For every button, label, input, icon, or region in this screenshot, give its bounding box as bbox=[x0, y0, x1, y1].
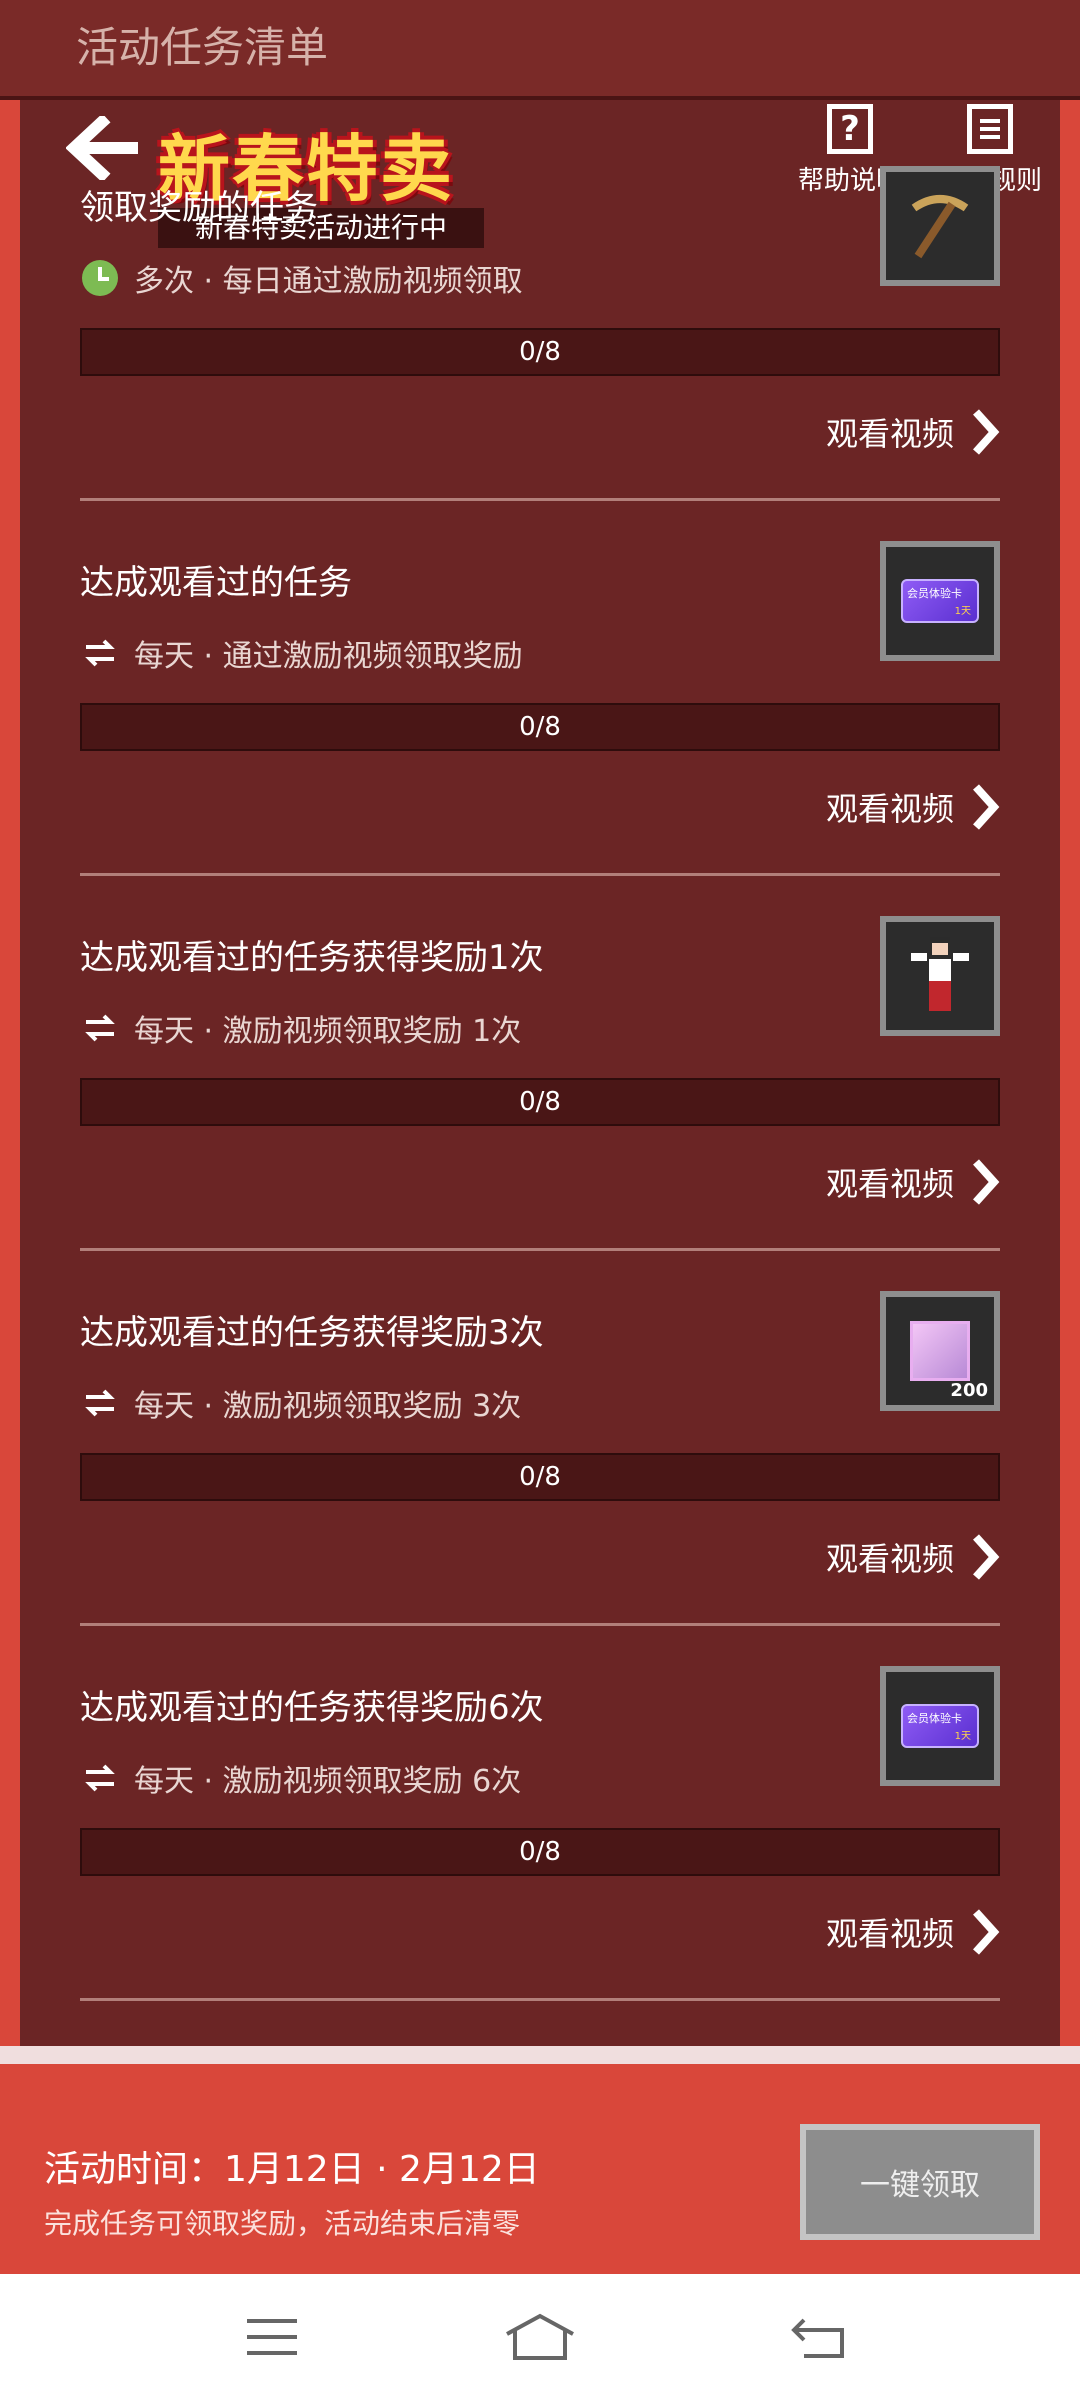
watch-video-label: 观看视频 bbox=[825, 1915, 954, 1953]
divider bbox=[80, 1623, 1000, 1626]
progress-bar: 0/8 bbox=[80, 1078, 1000, 1126]
progress-text: 0/8 bbox=[519, 337, 561, 367]
progress-text: 0/8 bbox=[519, 1462, 561, 1492]
watch-video-link[interactable]: 观看视频 bbox=[826, 1908, 1000, 1956]
frame-left bbox=[0, 0, 20, 2060]
task-meta: 每天 · 激励视频领取奖励 3次 bbox=[80, 1381, 521, 1425]
chevron-right-icon bbox=[973, 1909, 1000, 1955]
chevron-right-icon bbox=[973, 784, 1000, 830]
task-meta: 每天 · 激励视频领取奖励 6次 bbox=[80, 1756, 521, 1800]
task-item: 达成观看过的任务获得奖励1次 每天 · 激励视频领取奖励 1次 0/8 观看视频 bbox=[80, 916, 1000, 1305]
task-meta-text: 每天 · 激励视频领取奖励 3次 bbox=[134, 1389, 522, 1424]
divider bbox=[80, 498, 1000, 501]
reward-thumbnail: 200 bbox=[880, 1291, 1000, 1411]
task-meta-text: 每天 · 通过激励视频领取奖励 bbox=[134, 639, 523, 674]
home-icon bbox=[506, 2313, 574, 2360]
system-nav-bar bbox=[0, 2274, 1080, 2400]
task-meta-text: 每天 · 激励视频领取奖励 1次 bbox=[134, 1014, 522, 1049]
divider bbox=[80, 1998, 1000, 2001]
watch-video-link[interactable]: 观看视频 bbox=[826, 408, 1000, 456]
back-icon bbox=[791, 2318, 844, 2358]
task-meta-text: 多次 · 每日通过激励视频领取 bbox=[134, 264, 523, 299]
back-button[interactable] bbox=[62, 112, 146, 184]
bottom-bar: 活动时间：1月12日 · 2月12日 完成任务可领取奖励，活动结束后清零 一键领… bbox=[0, 2046, 1080, 2274]
watch-video-label: 观看视频 bbox=[825, 415, 954, 453]
reward-thumbnail: 会员体验卡 1天 bbox=[880, 541, 1000, 661]
task-title: 达成观看过的任务获得奖励3次 bbox=[80, 1313, 544, 1353]
pickaxe-icon bbox=[911, 195, 969, 259]
claim-all-button[interactable]: 一键领取 bbox=[800, 2124, 1040, 2240]
progress-bar: 0/8 bbox=[80, 1453, 1000, 1501]
back-nav-button[interactable] bbox=[780, 2304, 860, 2370]
task-meta: 每天 · 激励视频领取奖励 1次 bbox=[80, 1006, 521, 1050]
frame-right bbox=[1060, 0, 1080, 2060]
vip-card-icon: 会员体验卡 1天 bbox=[901, 1704, 979, 1748]
watch-video-link[interactable]: 观看视频 bbox=[826, 1158, 1000, 1206]
vip-card-icon: 会员体验卡 1天 bbox=[901, 579, 979, 623]
document-icon bbox=[967, 104, 1013, 154]
top-banner: 活动任务清单 bbox=[0, 0, 1080, 100]
reward-thumbnail bbox=[880, 916, 1000, 1036]
task-item: 达成观看过的任务获得奖励3次 每天 · 激励视频领取奖励 3次 200 0/8 … bbox=[80, 1291, 1000, 1680]
progress-bar: 0/8 bbox=[80, 703, 1000, 751]
event-time: 活动时间：1月12日 · 2月12日 bbox=[44, 2149, 540, 2190]
divider bbox=[80, 873, 1000, 876]
task-meta: 每天 · 通过激励视频领取奖励 bbox=[80, 631, 523, 675]
chevron-right-icon bbox=[973, 1534, 1000, 1580]
arrow-left-icon bbox=[66, 116, 138, 180]
question-icon: ? bbox=[827, 104, 873, 154]
divider bbox=[80, 1248, 1000, 1251]
task-title: 达成观看过的任务 bbox=[80, 563, 352, 603]
watch-video-link[interactable]: 观看视频 bbox=[826, 1533, 1000, 1581]
pink-cube-icon bbox=[910, 1321, 970, 1381]
progress-text: 0/8 bbox=[519, 1837, 561, 1867]
progress-text: 0/8 bbox=[519, 712, 561, 742]
task-meta-text: 每天 · 激励视频领取奖励 6次 bbox=[134, 1764, 522, 1799]
top-banner-title: 活动任务清单 bbox=[76, 23, 329, 72]
chevron-right-icon bbox=[973, 1159, 1000, 1205]
repeat-icon bbox=[80, 633, 120, 673]
watch-video-label: 观看视频 bbox=[825, 1540, 954, 1578]
watch-video-label: 观看视频 bbox=[825, 1165, 954, 1203]
menu-button[interactable] bbox=[232, 2304, 312, 2370]
bottom-bar-edge bbox=[0, 2046, 1080, 2064]
task-title: 达成观看过的任务获得奖励6次 bbox=[80, 1688, 544, 1728]
menu-icon bbox=[247, 2319, 297, 2355]
task-meta: 多次 · 每日通过激励视频领取 bbox=[80, 256, 523, 300]
task-item: 领取奖励的任务 多次 · 每日通过激励视频领取 0/8 观看视频 bbox=[80, 166, 1000, 555]
chevron-right-icon bbox=[973, 409, 1000, 455]
task-title: 领取奖励的任务 bbox=[80, 188, 318, 228]
progress-bar: 0/8 bbox=[80, 1828, 1000, 1876]
task-title: 达成观看过的任务获得奖励1次 bbox=[80, 938, 544, 978]
repeat-icon bbox=[80, 1008, 120, 1048]
reward-quantity: 200 bbox=[950, 1380, 988, 1401]
watch-video-label: 观看视频 bbox=[825, 790, 954, 828]
watch-video-link[interactable]: 观看视频 bbox=[826, 783, 1000, 831]
task-item: 达成观看过的任务 每天 · 通过激励视频领取奖励 会员体验卡 1天 0/8 观看视… bbox=[80, 541, 1000, 930]
event-note: 完成任务可领取奖励，活动结束后清零 bbox=[44, 2207, 521, 2240]
clock-icon bbox=[80, 258, 120, 298]
progress-text: 0/8 bbox=[519, 1087, 561, 1117]
home-button[interactable] bbox=[500, 2304, 580, 2370]
repeat-icon bbox=[80, 1383, 120, 1423]
task-item: 达成观看过的任务获得奖励6次 每天 · 激励视频领取奖励 6次 会员体验卡 1天 … bbox=[80, 1666, 1000, 2055]
reward-thumbnail bbox=[880, 166, 1000, 286]
progress-bar: 0/8 bbox=[80, 328, 1000, 376]
repeat-icon bbox=[80, 1758, 120, 1798]
character-skin-icon bbox=[911, 937, 969, 1011]
reward-thumbnail: 会员体验卡 1天 bbox=[880, 1666, 1000, 1786]
